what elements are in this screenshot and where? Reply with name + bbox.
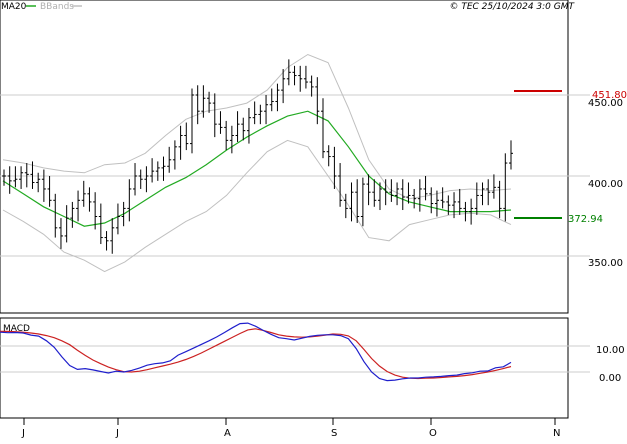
macd-signal-line (0, 328, 512, 380)
price-bar (349, 182, 354, 222)
price-bar (321, 98, 326, 159)
bollinger-bands (2, 53, 512, 273)
macd-tick-label: 0.00 (599, 373, 621, 384)
price-bar (138, 169, 143, 189)
price-bar (150, 158, 155, 183)
price-bar (338, 163, 343, 207)
price-bar (2, 169, 6, 186)
price-panel-frame (0, 0, 569, 314)
price-tick-label: 400.00 (588, 179, 623, 190)
price-bar (246, 107, 251, 144)
legend-bbands-label: BBands (40, 2, 74, 12)
price-bar (315, 77, 320, 125)
price-bar (87, 187, 92, 212)
price-bar (309, 75, 314, 97)
month-label: J (115, 428, 119, 439)
price-bar (189, 88, 194, 154)
stock-chart: MA20 BBands © TEC 25/10/2024 3:0 GMT 451… (0, 0, 627, 439)
price-bar (53, 193, 58, 238)
price-bar (76, 190, 81, 222)
price-bar (366, 174, 371, 206)
price-bar (412, 188, 417, 209)
price-bar (47, 176, 52, 207)
price-bar (41, 169, 46, 202)
price-bar (229, 125, 234, 154)
bollinger-lower-band (2, 139, 512, 273)
price-bar (81, 180, 86, 207)
price-bar (269, 88, 274, 112)
chart-container: MA20 BBands © TEC 25/10/2024 3:0 GMT 451… (0, 0, 627, 440)
chart-legend: MA20 BBands © TEC 25/10/2024 3:0 GMT (1, 2, 575, 12)
price-bar (24, 163, 29, 188)
price-bar (235, 111, 240, 142)
price-tick-label: 350.00 (588, 258, 623, 269)
price-bar (383, 179, 388, 206)
price-bar (258, 104, 263, 125)
price-bar (144, 166, 149, 193)
price-bar (474, 182, 479, 215)
price-bar (110, 218, 115, 254)
price-bar (58, 218, 63, 249)
price-bar (509, 140, 513, 170)
price-bar (440, 187, 445, 209)
price-bar (13, 166, 18, 188)
month-label: S (331, 428, 337, 439)
macd-tick-label: 10.00 (596, 345, 625, 356)
price-bar (264, 95, 269, 125)
price-bar (480, 182, 485, 206)
price-bar (286, 59, 291, 86)
month-label: A (224, 428, 231, 439)
bollinger-upper-band (2, 53, 512, 200)
price-bar (303, 65, 308, 89)
month-label: N (553, 428, 560, 439)
price-bar (167, 146, 172, 173)
price-bar (417, 179, 422, 212)
price-bar (212, 93, 217, 138)
price-bar (127, 179, 132, 222)
price-bar (19, 166, 24, 189)
price-bar (457, 188, 462, 215)
price-bar (224, 120, 229, 151)
price-bars (2, 59, 513, 254)
price-bar (326, 145, 331, 167)
price-bar (298, 65, 303, 92)
ma20-line (2, 110, 512, 227)
price-tick-label: 450.00 (588, 98, 623, 109)
price-bar (7, 166, 12, 194)
price-bar (241, 117, 246, 141)
price-bar (104, 231, 109, 251)
price-bar (491, 174, 496, 199)
moving-average (2, 110, 512, 227)
price-bar (218, 111, 223, 134)
price-bar (486, 179, 491, 206)
legend-ma-label: MA20 (1, 2, 27, 12)
price-bar (155, 161, 160, 181)
price-bar (275, 83, 280, 112)
price-bar (429, 187, 434, 214)
month-label: O (429, 428, 437, 439)
price-bar (184, 122, 189, 151)
price-bar (497, 180, 502, 219)
key-levels: 451.80 372.94 (514, 90, 627, 225)
price-bar (195, 85, 200, 125)
price-bar (343, 193, 348, 219)
copyright-notice: © TEC 25/10/2024 3:0 GMT (449, 2, 575, 12)
price-bar (161, 156, 166, 181)
grid-lines (0, 94, 590, 373)
price-bar (372, 179, 377, 207)
price-bar (133, 163, 138, 196)
price-bar (292, 65, 297, 86)
price-bar (115, 203, 120, 235)
price-bar (64, 205, 69, 243)
price-bar (172, 140, 177, 170)
month-label: J (21, 428, 25, 439)
macd-axis: 10.00 0.00 (596, 345, 625, 384)
price-bar (360, 177, 365, 227)
price-bar (252, 101, 257, 125)
price-axis: 450.00 400.00 350.00 (588, 98, 623, 269)
price-bar (70, 201, 75, 228)
price-bar (178, 125, 183, 160)
support-level-label: 372.94 (568, 214, 603, 225)
time-axis: J J A S O N (21, 418, 560, 439)
